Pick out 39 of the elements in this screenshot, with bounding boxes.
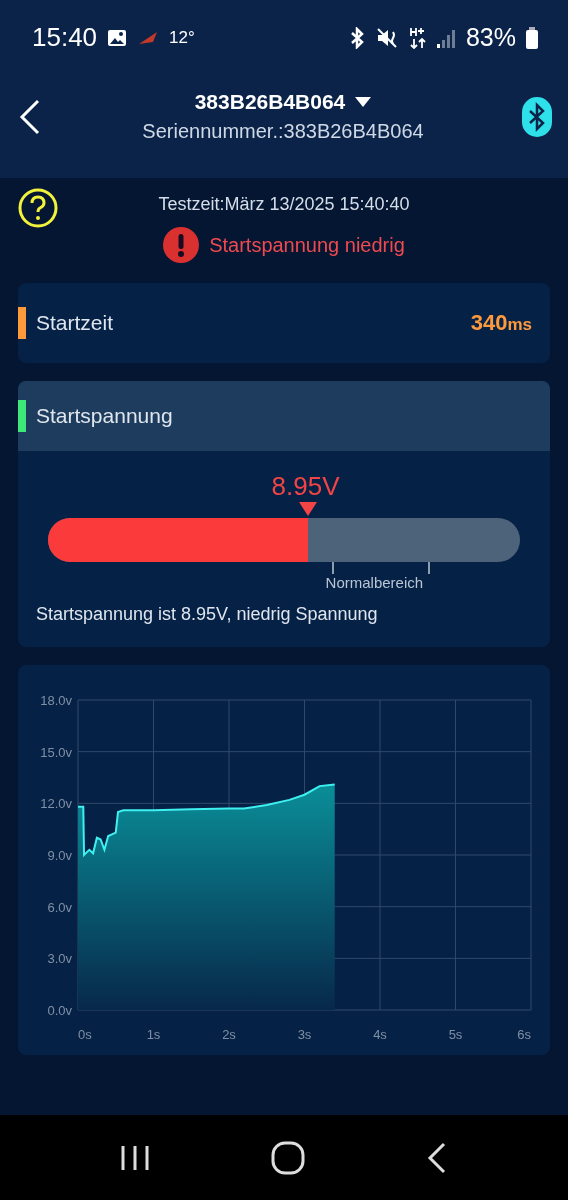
alert-message: Startspannung niedrig: [209, 233, 405, 257]
dropdown-icon[interactable]: [355, 97, 372, 107]
x-axis-label: 2s: [222, 1027, 236, 1042]
home-icon[interactable]: [271, 1140, 305, 1175]
x-axis-label: 3s: [297, 1027, 312, 1042]
x-axis-label: 5s: [448, 1027, 463, 1042]
start-time-label: Startzeit: [36, 311, 115, 335]
app-icon: [137, 29, 160, 46]
y-axis-label: 6.0v: [47, 899, 72, 915]
y-axis-label: 15.0v: [40, 744, 72, 760]
image-icon: [107, 28, 128, 47]
test-time: Testzeit:März 13/2025 15:40:40: [158, 194, 410, 215]
warning-icon: [163, 227, 200, 263]
x-axis-label: 0s: [78, 1027, 92, 1042]
back-icon[interactable]: [427, 1141, 447, 1174]
device-title[interactable]: 383B26B4B064: [194, 90, 346, 114]
x-axis-label: 1s: [146, 1027, 161, 1042]
voltage-summary: Startspannung ist 8.95V, niedrig Spannung: [35, 603, 379, 625]
serial-number: Seriennummer.:383B26B4B064: [142, 120, 424, 143]
y-axis-label: 3.0v: [47, 951, 72, 967]
voltage-reading: 8.95V: [271, 471, 340, 502]
x-axis-label: 6s: [517, 1027, 531, 1042]
temperature: 12°: [169, 27, 195, 48]
battery-icon: [526, 26, 538, 49]
y-axis-label: 0.0v: [47, 1003, 72, 1018]
voltage-label: Startspannung: [36, 404, 174, 428]
start-time-value: 340ms: [470, 310, 532, 336]
help-button[interactable]: [18, 188, 58, 228]
status-time: 15:40: [32, 22, 98, 53]
range-label: Normalbereich: [325, 574, 424, 591]
network-icon: [409, 26, 426, 49]
x-axis-label: 4s: [373, 1027, 387, 1042]
signal-icon: [435, 27, 456, 48]
y-axis-label: 12.0v: [40, 796, 72, 812]
battery-percent: 83%: [465, 23, 516, 52]
y-axis-label: 9.0v: [47, 848, 72, 863]
marker-icon: [298, 502, 317, 516]
y-axis-label: 18.0v: [40, 693, 72, 708]
bluetooth-button[interactable]: [522, 96, 552, 137]
